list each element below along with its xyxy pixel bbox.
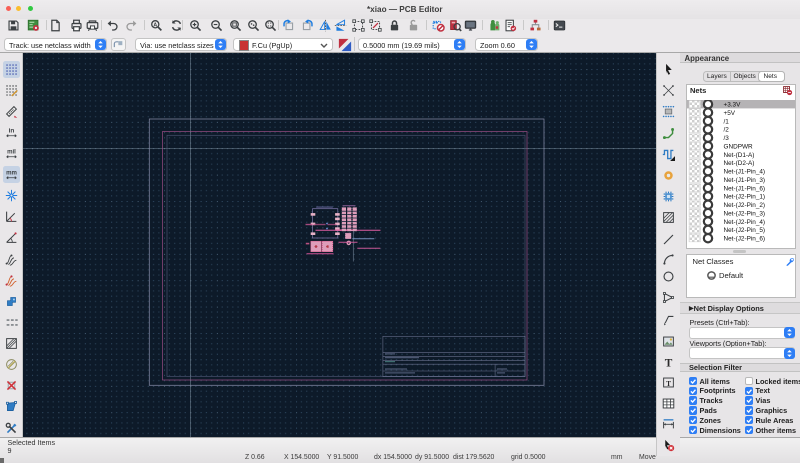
svg-text:Net-(J2-Pin_4): Net-(J2-Pin_4) [724, 219, 766, 226]
svg-text:A: A [153, 22, 157, 28]
svg-text:T: T [664, 358, 672, 369]
svg-text:Net-(D1-A): Net-(D1-A) [724, 152, 755, 159]
svg-text:Net-(J2-Pin_1): Net-(J2-Pin_1) [724, 194, 766, 201]
svg-text:mm: mm [6, 170, 17, 177]
svg-text:Net-(J2-Pin_6): Net-(J2-Pin_6) [724, 236, 766, 243]
svg-text:mil: mil [7, 148, 16, 155]
svg-text:/1: /1 [724, 118, 730, 125]
svg-text:Net-(J1-Pin_3): Net-(J1-Pin_3) [724, 177, 766, 184]
svg-text:T: T [666, 378, 671, 387]
svg-text:Net-(J2-Pin_5): Net-(J2-Pin_5) [724, 227, 766, 234]
svg-text:Net-(J2-Pin_2): Net-(J2-Pin_2) [724, 202, 766, 209]
svg-text:Net-(J1-Pin_4): Net-(J1-Pin_4) [724, 169, 766, 176]
svg-text:/3: /3 [724, 135, 730, 142]
svg-text:+3.3V: +3.3V [724, 102, 742, 109]
svg-text:Net-(J1-Pin_6): Net-(J1-Pin_6) [724, 185, 766, 192]
svg-text:Net-(J2-Pin_3): Net-(J2-Pin_3) [724, 210, 766, 217]
svg-text:in: in [8, 127, 14, 134]
svg-text:+5V: +5V [724, 110, 736, 117]
svg-text:/2: /2 [724, 127, 730, 134]
svg-text:Net-(D2-A): Net-(D2-A) [724, 160, 755, 167]
svg-text:GNDPWR: GNDPWR [724, 143, 753, 150]
